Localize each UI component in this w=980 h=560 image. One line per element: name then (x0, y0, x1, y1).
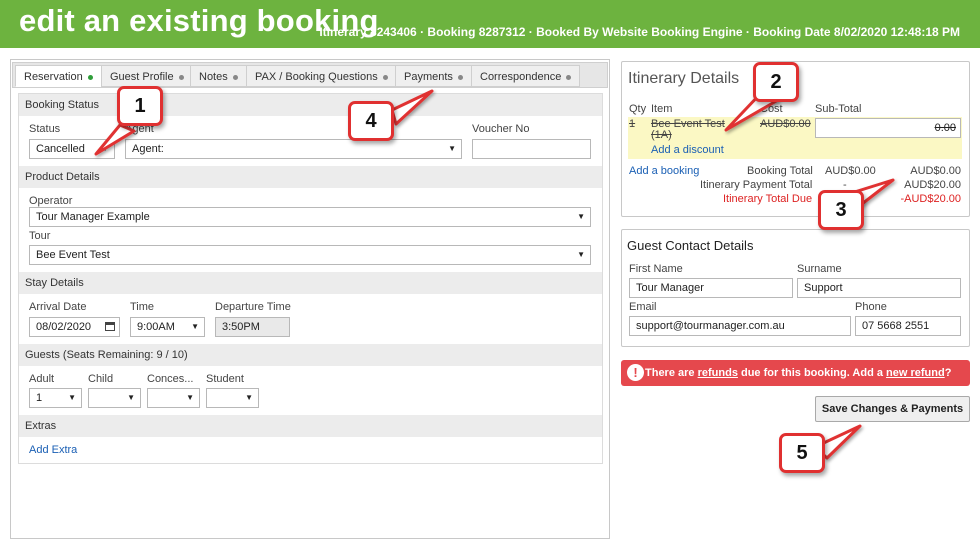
calendar-icon[interactable] (105, 322, 115, 331)
status-dot-icon (87, 74, 93, 80)
add-discount-link[interactable]: Add a discount (651, 144, 724, 156)
section-product-details: Product Details (19, 166, 602, 188)
tab-correspondence[interactable]: Correspondence (471, 65, 581, 87)
col-cost: Cost (760, 103, 783, 115)
save-changes-button[interactable]: Save Changes & Payments (815, 396, 970, 422)
refund-alert: ! There are refunds due for this booking… (621, 360, 970, 386)
adult-label: Adult (29, 373, 55, 385)
tab-label: Correspondence (480, 71, 562, 83)
agent-select[interactable]: Agent: (125, 139, 462, 159)
operator-select[interactable]: Tour Manager Example (29, 207, 591, 227)
page-header: edit an existing booking Itinerary 82434… (0, 0, 980, 48)
payment-total-value: AUD$20.00 (904, 179, 961, 191)
status-dot-icon (566, 74, 572, 80)
booking-total-label: Booking Total (747, 165, 813, 177)
section-extras: Extras (19, 415, 602, 437)
status-select[interactable]: Cancelled (29, 139, 115, 159)
total-due-value: -AUD$20.00 (900, 193, 961, 205)
total-due-label: Itinerary Total Due (723, 193, 813, 205)
arrival-date-value: 08/02/2020 (36, 321, 92, 333)
section-stay-details: Stay Details (19, 272, 602, 294)
status-label: Status (29, 123, 61, 135)
add-booking-link[interactable]: Add a booking (629, 165, 699, 177)
tab-bar: Reservation Guest Profile Notes PAX / Bo… (12, 62, 608, 88)
row-subtotal-input[interactable]: 0.00 (815, 118, 961, 138)
row-cost: AUD$0.00 (760, 118, 811, 130)
tab-label: PAX / Booking Questions (255, 71, 378, 83)
tab-guest-profile[interactable]: Guest Profile (101, 65, 193, 87)
tab-notes[interactable]: Notes (190, 65, 247, 87)
itinerary-title: Itinerary Details (628, 70, 740, 87)
row-item-sub: (1A) (651, 129, 672, 141)
child-label: Child (88, 373, 114, 385)
tab-label: Notes (199, 71, 228, 83)
alert-text: There are refunds due for this booking. … (645, 360, 951, 386)
tour-select[interactable]: Bee Event Test (29, 245, 591, 265)
first-name-input[interactable]: Tour Manager (629, 278, 793, 298)
tab-label: Payments (404, 71, 453, 83)
payment-total-label: Itinerary Payment Total (700, 179, 813, 191)
child-select[interactable] (88, 388, 141, 408)
surname-input[interactable]: Support (797, 278, 961, 298)
first-name-label: First Name (629, 263, 683, 275)
alert-text-part: There are (645, 367, 698, 379)
section-booking-status: Booking Status (19, 94, 602, 116)
callout-1: 1 (117, 86, 163, 126)
time-label: Time (130, 301, 155, 313)
tab-reservation[interactable]: Reservation (15, 65, 102, 87)
arrival-date-input[interactable]: 08/02/2020 (29, 317, 120, 337)
callout-4: 4 (348, 101, 394, 141)
booking-meta: Itinerary 8243406 · Booking 8287312 · Bo… (319, 25, 960, 39)
departure-time-label: Departure Time (215, 301, 291, 313)
row-qty: 1 (629, 118, 636, 130)
email-input[interactable]: support@tourmanager.com.au (629, 316, 851, 336)
student-select[interactable] (206, 388, 259, 408)
callout-5: 5 (779, 433, 825, 473)
concession-label: Conces... (147, 373, 194, 385)
status-dot-icon (232, 74, 238, 80)
concession-select[interactable] (147, 388, 200, 408)
tab-label: Reservation (24, 71, 83, 83)
callout-3: 3 (818, 190, 864, 230)
adult-select[interactable]: 1 (29, 388, 82, 408)
alert-text-part: due for this booking. Add a (737, 367, 887, 379)
booking-total-value: AUD$0.00 (910, 165, 961, 177)
refunds-link[interactable]: refunds (698, 367, 738, 379)
alert-icon: ! (627, 364, 644, 381)
col-subtotal: Sub-Total (815, 103, 862, 115)
booking-total-cost: AUD$0.00 (825, 165, 876, 177)
col-qty: Qty (629, 103, 647, 115)
section-guests: Guests (Seats Remaining: 9 / 10) (19, 344, 602, 366)
guest-contact-title: Guest Contact Details (627, 238, 754, 253)
alert-text-part: ? (944, 367, 952, 379)
arrival-date-label: Arrival Date (29, 301, 87, 313)
col-item: Item (651, 103, 673, 115)
status-dot-icon (178, 74, 184, 80)
student-label: Student (206, 373, 244, 385)
tour-label: Tour (29, 230, 51, 242)
operator-label: Operator (29, 195, 73, 207)
add-extra-link[interactable]: Add Extra (29, 444, 77, 456)
callout-2: 2 (753, 62, 799, 102)
tab-label: Guest Profile (110, 71, 174, 83)
time-select[interactable]: 9:00AM (130, 317, 205, 337)
departure-time-field: 3:50PM (215, 317, 290, 337)
status-dot-icon (457, 74, 463, 80)
voucher-input[interactable] (472, 139, 591, 159)
phone-label: Phone (855, 301, 887, 313)
phone-input[interactable]: 07 5668 2551 (855, 316, 961, 336)
surname-label: Surname (797, 263, 842, 275)
status-dot-icon (382, 74, 388, 80)
new-refund-link[interactable]: new refund (886, 367, 945, 379)
email-label: Email (629, 301, 657, 313)
tab-pax-booking-questions[interactable]: PAX / Booking Questions (246, 65, 397, 87)
tab-payments[interactable]: Payments (395, 65, 472, 87)
voucher-label: Voucher No (472, 123, 530, 135)
